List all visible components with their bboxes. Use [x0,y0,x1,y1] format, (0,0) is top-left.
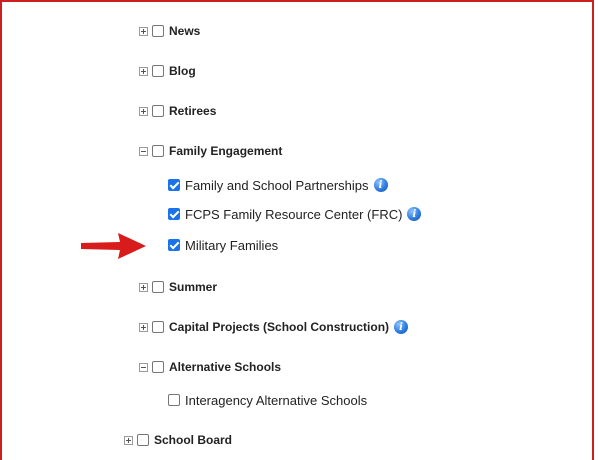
retirees-checkbox[interactable] [152,105,164,117]
interagency-alternative-schools-checkbox[interactable] [168,394,180,406]
tree-item-summer: Summer [139,278,217,296]
school-board-checkbox[interactable] [137,434,149,446]
tree-item-label: School Board [154,433,233,447]
tree-item-news: News [139,22,200,40]
tree-item-blog: Blog [139,62,196,80]
tree-item-label: Retirees [169,104,217,118]
red-arrow-icon [81,233,146,259]
info-icon[interactable]: i [373,178,388,192]
info-icon[interactable]: i [394,320,409,334]
expand-icon[interactable] [139,322,148,332]
blog-checkbox[interactable] [152,65,164,77]
summer-checkbox[interactable] [152,281,164,293]
tree-item-alternative-schools: Alternative Schools [139,358,281,376]
alternative-schools-checkbox[interactable] [152,361,164,373]
military-families-checkbox[interactable] [168,239,180,251]
tree-item-label: Interagency Alternative Schools [185,392,368,408]
tree-item-capital-projects: Capital Projects (School Construction) i [139,318,409,336]
tree-item-family-engagement: Family Engagement [139,142,282,160]
family-engagement-checkbox[interactable] [152,145,164,157]
expand-icon[interactable] [139,26,148,36]
tree-item-fcps-frc: FCPS Family Resource Center (FRC) i [168,205,422,223]
tree-item-label: Family Engagement [169,144,283,158]
expand-icon[interactable] [139,106,148,116]
tree-item-label: Summer [169,280,218,294]
tree-item-military-families: Military Families [168,236,278,254]
family-school-partnerships-checkbox[interactable] [168,179,180,191]
expand-icon[interactable] [139,66,148,76]
tree-item-label: Alternative Schools [169,360,282,374]
tree-item-family-school-partnerships: Family and School Partnerships i [168,176,388,194]
tree-item-label: Military Families [185,237,279,253]
tree-item-label: FCPS Family Resource Center (FRC) [185,206,403,222]
tree-item-label: Family and School Partnerships [185,177,369,193]
expand-icon[interactable] [139,282,148,292]
tree-item-interagency-alternative-schools: Interagency Alternative Schools [168,391,367,409]
tree-item-label: News [169,24,201,38]
fcps-frc-checkbox[interactable] [168,208,180,220]
expand-icon[interactable] [124,435,133,445]
tree-item-label: Blog [169,64,196,78]
tree-item-retirees: Retirees [139,102,216,120]
news-checkbox[interactable] [152,25,164,37]
collapse-icon[interactable] [139,362,148,372]
tree-item-school-board: School Board [124,431,232,449]
info-icon[interactable]: i [407,207,422,221]
tree-item-label: Capital Projects (School Construction) [169,320,390,334]
capital-projects-checkbox[interactable] [152,321,164,333]
collapse-icon[interactable] [139,146,148,156]
